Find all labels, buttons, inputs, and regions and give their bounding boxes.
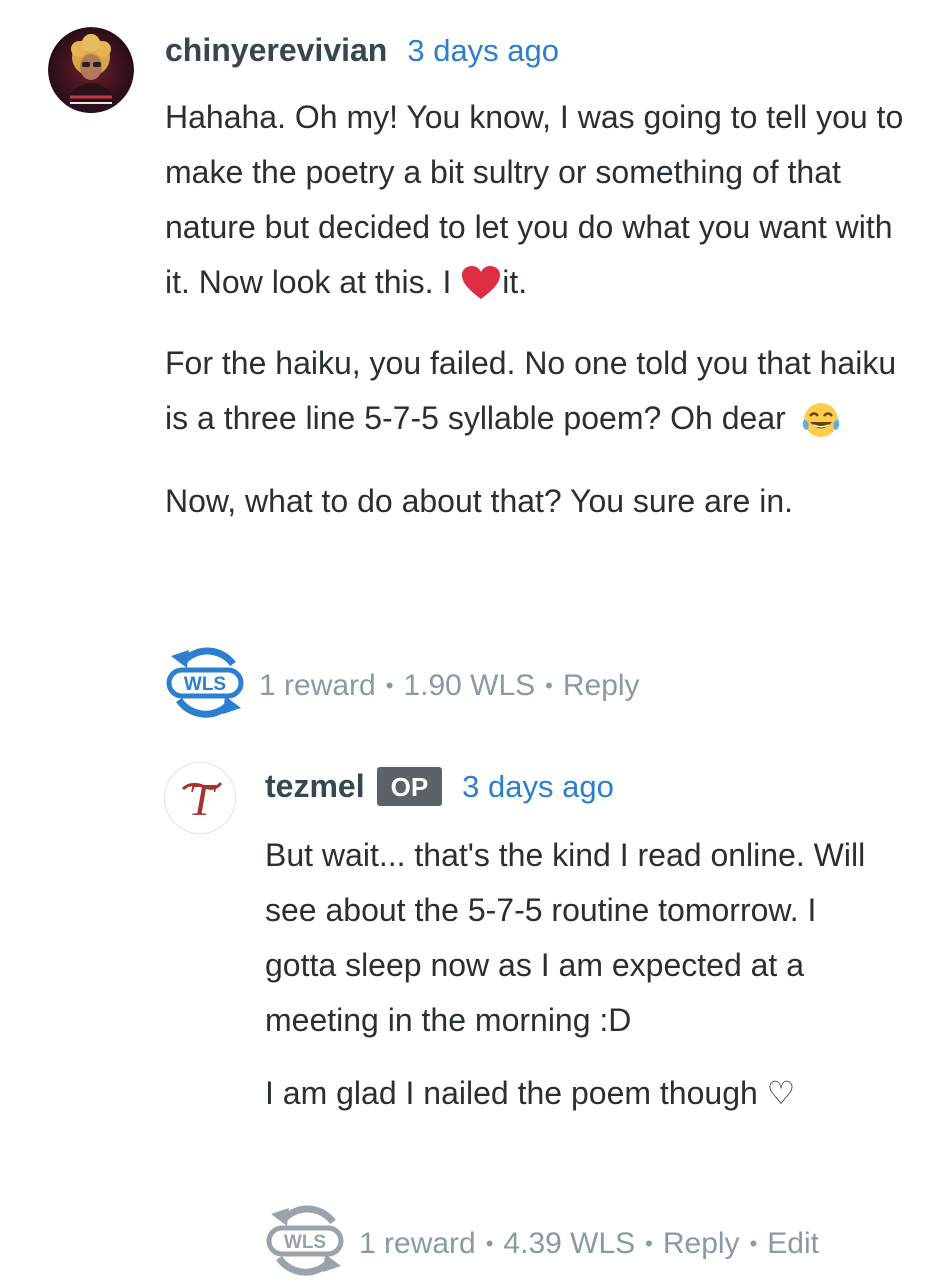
tears-of-joy-emoji-icon (801, 401, 841, 456)
comment-paragraph: For the haiku, you failed. No one told y… (165, 336, 905, 456)
paragraph-text: I am glad I nailed the poem though ♡ (265, 1075, 796, 1111)
avatar-tezmel[interactable]: T (164, 762, 236, 834)
reply-link[interactable]: Reply (663, 1227, 740, 1261)
comment-footer: WLS 1 reward • 1.90 WLS • Reply (163, 642, 640, 730)
comment-paragraph: Hahaha. Oh my! You know, I was going to … (165, 90, 905, 318)
reward-amount: 1.90 WLS (403, 669, 536, 702)
comment-paragraph: Now, what to do about that? You sure are… (165, 474, 905, 529)
wls-reward-icon[interactable]: WLS (263, 1200, 349, 1288)
footer-separator: • (645, 1231, 653, 1256)
comment-header: tezmel OP 3 days ago (265, 767, 614, 806)
wls-reward-icon[interactable]: WLS (163, 642, 249, 730)
wls-badge-label: WLS (184, 674, 226, 695)
paragraph-text-end: it. (502, 264, 528, 300)
comment-header: chinyerevivian 3 days ago (165, 32, 559, 69)
paragraph-text: For the haiku, you failed. No one told y… (165, 345, 897, 436)
paragraph-text: Now, what to do about that? You sure are… (165, 483, 793, 519)
author-name[interactable]: tezmel (265, 768, 365, 805)
paragraph-text: Hahaha. Oh my! You know, I was going to … (165, 99, 904, 300)
comment-timestamp[interactable]: 3 days ago (462, 769, 614, 805)
svg-text:T: T (188, 774, 217, 825)
footer-separator: • (749, 1231, 758, 1256)
footer-separator: • (485, 1231, 494, 1256)
op-badge: OP (376, 767, 443, 806)
wls-badge-label: WLS (284, 1232, 326, 1253)
footer-separator: • (385, 673, 394, 698)
reward-count[interactable]: 1 reward (259, 669, 376, 703)
comment-footer: WLS 1 reward • 4.39 WLS • Reply • Edit (263, 1200, 819, 1288)
paragraph-text: But wait... that's the kind I read onlin… (265, 837, 866, 1038)
reply-link[interactable]: Reply (563, 669, 640, 703)
author-name[interactable]: chinyerevivian (165, 32, 387, 69)
edit-link[interactable]: Edit (767, 1227, 819, 1261)
reward-amount: 4.39 WLS (503, 1227, 636, 1260)
footer-separator: • (545, 673, 553, 698)
red-heart-icon (461, 263, 501, 318)
comment-body: Hahaha. Oh my! You know, I was going to … (165, 90, 905, 547)
comment-body: But wait... that's the kind I read onlin… (265, 828, 895, 1139)
avatar-chinyerevivian[interactable] (48, 27, 134, 113)
reward-count[interactable]: 1 reward (359, 1227, 476, 1261)
comment-paragraph: But wait... that's the kind I read onlin… (265, 828, 895, 1048)
comment-paragraph: I am glad I nailed the poem though ♡ (265, 1066, 895, 1121)
comment-timestamp[interactable]: 3 days ago (407, 33, 559, 69)
